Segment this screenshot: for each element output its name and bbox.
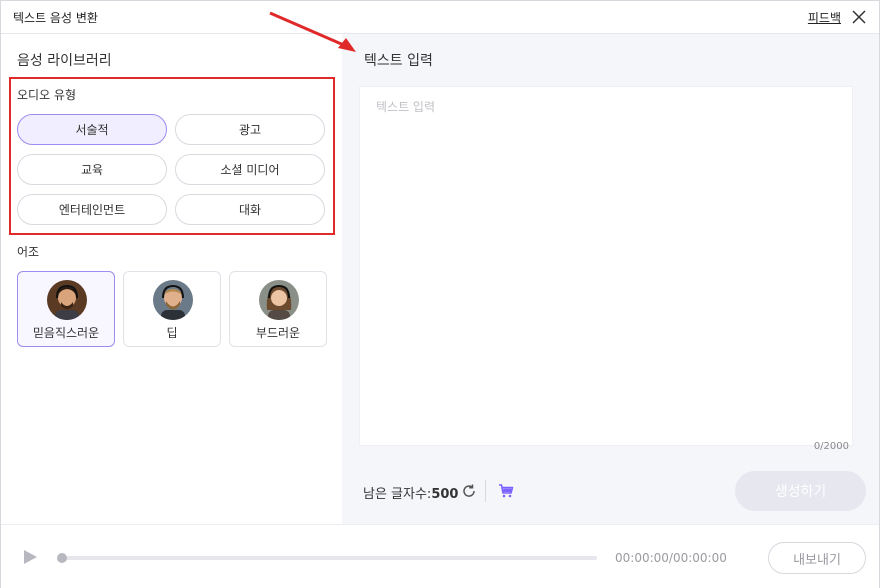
- title-bar: 텍스트 음성 변환 피드백: [1, 1, 879, 34]
- tone-card-soft[interactable]: 부드러운: [229, 271, 327, 347]
- feedback-link[interactable]: 피드백: [808, 9, 841, 26]
- cart-icon[interactable]: [498, 483, 514, 499]
- tone-card-trustworthy[interactable]: 믿음직스러운: [17, 271, 115, 347]
- audio-type-group: 오디오 유형 서술적 광고 교육 소셜 미디어 엔터테인먼트 대화: [9, 77, 335, 235]
- audio-type-chip-education[interactable]: 교육: [17, 154, 167, 185]
- remaining-value: 500: [431, 487, 459, 502]
- text-input-panel: 텍스트 입력 0/2000 남은 글자수:500 생성하기: [342, 34, 879, 524]
- generate-button[interactable]: 생성하기: [735, 471, 866, 511]
- divider: [485, 480, 486, 502]
- audio-type-chip-conversation[interactable]: 대화: [175, 194, 325, 225]
- remaining-chars: 남은 글자수:500: [363, 483, 458, 502]
- audio-type-chip-ad[interactable]: 광고: [175, 114, 325, 145]
- play-icon[interactable]: [22, 549, 38, 565]
- window-title: 텍스트 음성 변환: [13, 11, 98, 25]
- avatar: [153, 280, 193, 320]
- tone-card-deep[interactable]: 딥: [123, 271, 221, 347]
- remaining-label: 남은 글자수:: [363, 487, 432, 502]
- export-button[interactable]: 내보내기: [768, 542, 866, 574]
- library-title: 음성 라이브러리: [17, 53, 112, 69]
- voice-library-panel: 음성 라이브러리 오디오 유형 서술적 광고 교육 소셜 미디어 엔터테인먼트 …: [1, 34, 342, 524]
- progress-track[interactable]: [59, 556, 597, 560]
- audio-type-chip-entertainment[interactable]: 엔터테인먼트: [17, 194, 167, 225]
- audio-type-chip-social-media[interactable]: 소셜 미디어: [175, 154, 325, 185]
- text-input-title: 텍스트 입력: [364, 53, 433, 69]
- tts-window: 텍스트 음성 변환 피드백 음성 라이브러리 오디오 유형 서술적 광고 교육 …: [0, 0, 880, 588]
- playback-time: 00:00:00/00:00:00: [615, 551, 727, 565]
- char-counter: 0/2000: [813, 441, 849, 452]
- avatar: [47, 280, 87, 320]
- progress-thumb[interactable]: [57, 553, 67, 563]
- avatar: [259, 280, 299, 320]
- audio-type-label: 오디오 유형: [17, 88, 77, 102]
- tone-name: 딥: [166, 326, 178, 340]
- close-icon[interactable]: [851, 9, 867, 25]
- refresh-icon[interactable]: [461, 483, 477, 499]
- text-input-area: [359, 86, 853, 446]
- audio-player-bar: 00:00:00/00:00:00 내보내기: [1, 524, 879, 588]
- tone-name: 믿음직스러운: [32, 326, 100, 340]
- tone-label: 어조: [17, 245, 40, 259]
- tone-name: 부드러운: [255, 326, 301, 340]
- audio-type-chip-narrative[interactable]: 서술적: [17, 114, 167, 145]
- text-input-field[interactable]: [360, 87, 852, 445]
